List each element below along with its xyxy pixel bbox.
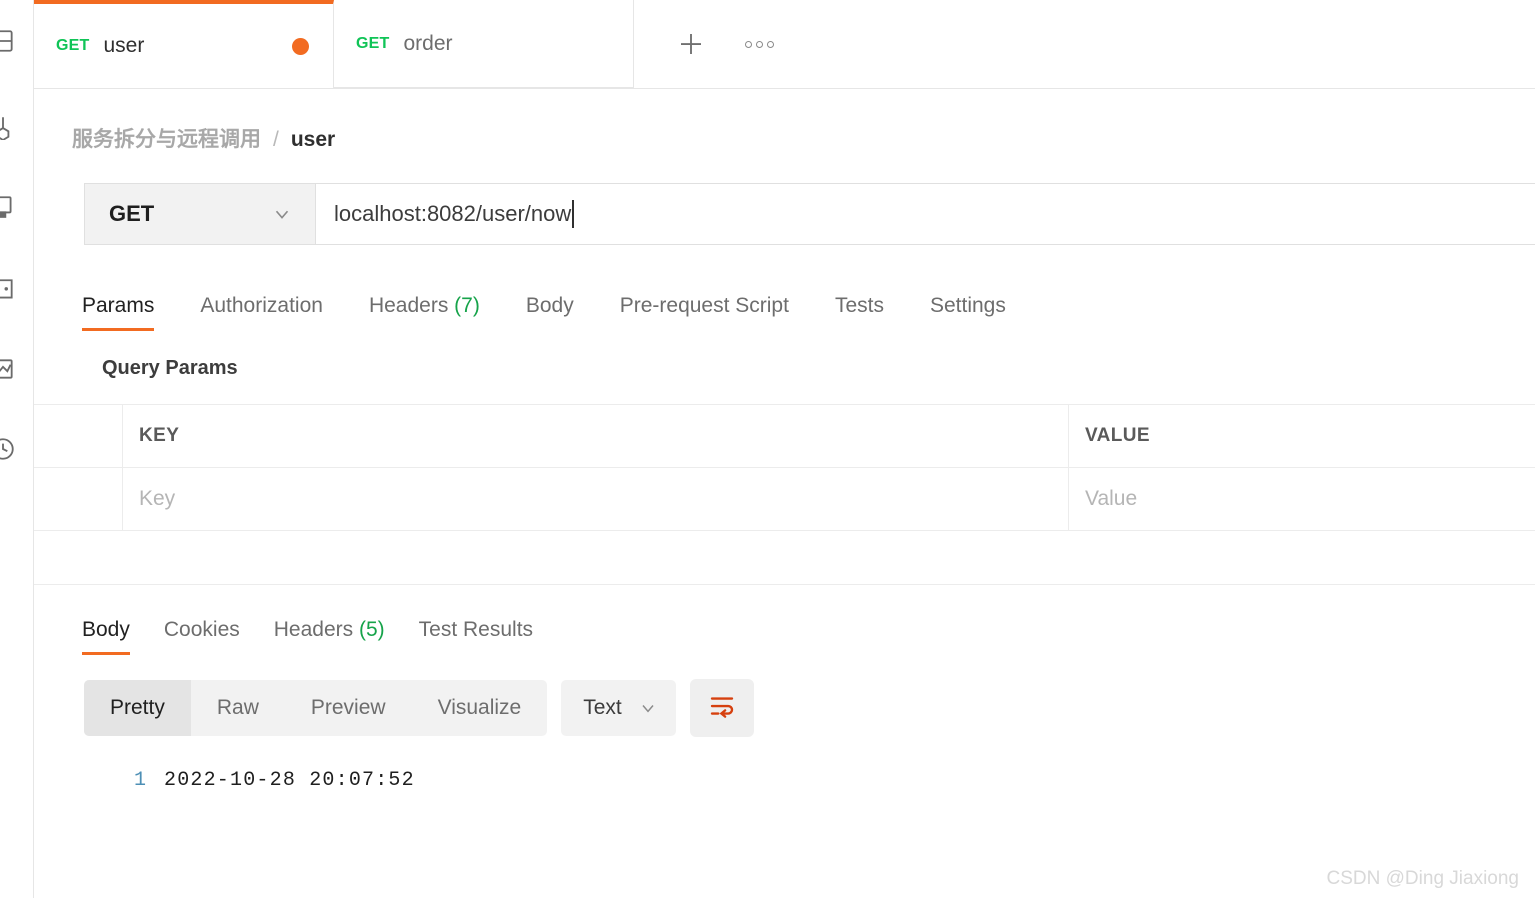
http-method-select[interactable]: GET — [85, 184, 316, 244]
param-key-input[interactable]: Key — [123, 468, 1069, 530]
tab-label: Params — [82, 294, 155, 317]
url-input-value: localhost:8082/user/now — [334, 201, 572, 226]
environments-icon[interactable] — [0, 192, 18, 222]
monitors-icon[interactable] — [0, 354, 18, 384]
tab-more-options-icon[interactable] — [742, 27, 776, 61]
param-value-input[interactable]: Value — [1069, 468, 1535, 530]
request-config-tabs: Params Authorization Headers (7) Body Pr… — [82, 281, 1535, 331]
response-tab-headers[interactable]: Headers (5) — [274, 618, 385, 655]
word-wrap-icon — [707, 691, 737, 726]
tab-count-badge: (7) — [454, 294, 480, 317]
tab-label: Authorization — [200, 294, 323, 317]
column-header-key: KEY — [123, 405, 1069, 467]
tab-label: Pre-request Script — [619, 294, 789, 317]
query-params-title: Query Params — [102, 357, 238, 379]
tab-label: Test Results — [418, 618, 534, 641]
response-view-toolbar: Pretty Raw Preview Visualize Text — [84, 679, 1535, 737]
tab-method-label: GET — [356, 34, 390, 52]
tab-settings[interactable]: Settings — [930, 294, 1006, 331]
new-tab-plus-icon[interactable] — [674, 27, 708, 61]
http-method-value: GET — [109, 201, 155, 226]
url-input[interactable]: localhost:8082/user/now — [316, 184, 1535, 244]
response-view-mode-group: Pretty Raw Preview Visualize — [84, 680, 548, 736]
tab-authorization[interactable]: Authorization — [200, 294, 323, 331]
main-area: GET user GET order 服务拆分与远程调用 / user GET … — [34, 0, 1535, 898]
apis-icon[interactable] — [0, 112, 18, 142]
word-wrap-toggle-button[interactable] — [689, 679, 754, 737]
header-checkbox-cell — [34, 405, 123, 467]
tab-actions — [634, 0, 1535, 89]
three-dots-icon — [744, 40, 774, 48]
response-tab-cookies[interactable]: Cookies — [164, 618, 240, 655]
tab-title-label: user — [103, 34, 145, 57]
tab-user[interactable]: GET user — [34, 0, 334, 88]
unsaved-changes-dot — [292, 37, 309, 55]
tab-tests[interactable]: Tests — [835, 294, 884, 331]
code-line: 1 2022-10-28 20:07:52 — [34, 763, 1535, 797]
text-caret — [572, 200, 574, 228]
view-mode-visualize[interactable]: Visualize — [412, 680, 548, 736]
breadcrumb-separator: / — [273, 128, 279, 151]
left-sidebar-rail — [0, 0, 34, 898]
view-mode-pretty[interactable]: Pretty — [84, 680, 191, 736]
breadcrumb-request-name[interactable]: user — [291, 128, 335, 152]
tab-label: Headers — [273, 618, 354, 641]
tab-label: Body — [82, 618, 130, 641]
view-mode-preview[interactable]: Preview — [285, 680, 412, 736]
tab-pre-request-script[interactable]: Pre-request Script — [620, 294, 789, 331]
postman-window: GET user GET order 服务拆分与远程调用 / user GET … — [0, 0, 1535, 898]
response-tab-test-results[interactable]: Test Results — [419, 618, 533, 655]
tab-headers[interactable]: Headers (7) — [369, 294, 480, 331]
tab-label: Settings — [929, 294, 1006, 317]
row-checkbox-cell[interactable] — [34, 468, 123, 530]
line-number: 1 — [133, 768, 146, 792]
response-body-viewer[interactable]: 1 2022-10-28 20:07:52 — [34, 763, 1535, 797]
tab-label: Body — [525, 294, 574, 317]
chevron-down-icon — [271, 203, 293, 225]
view-mode-raw[interactable]: Raw — [191, 680, 285, 736]
history-icon[interactable] — [0, 434, 18, 464]
table-header-row: KEY VALUE — [34, 405, 1535, 467]
mock-servers-icon[interactable] — [0, 275, 18, 305]
table-row[interactable]: Key Value — [34, 467, 1535, 530]
column-header-value: VALUE — [1085, 425, 1150, 446]
tab-label: Tests — [834, 294, 884, 317]
request-tab-strip: GET user GET order — [34, 0, 1535, 89]
response-format-select[interactable]: Text — [561, 680, 676, 736]
collections-icon[interactable] — [0, 26, 18, 56]
breadcrumb: 服务拆分与远程调用 / user — [34, 89, 1535, 151]
tab-order[interactable]: GET order — [334, 0, 634, 88]
tab-label: Cookies — [163, 618, 240, 641]
tab-method-label: GET — [56, 37, 90, 54]
url-bar: GET localhost:8082/user/now — [84, 183, 1535, 245]
tab-label: Headers — [368, 294, 449, 317]
breadcrumb-collection[interactable]: 服务拆分与远程调用 — [72, 123, 261, 153]
response-section-divider — [34, 584, 1535, 585]
tab-body[interactable]: Body — [526, 294, 574, 331]
line-content: 2022-10-28 20:07:52 — [164, 768, 415, 792]
tab-title-label: order — [403, 31, 453, 55]
chevron-down-icon — [638, 698, 658, 718]
response-tabs: Body Cookies Headers (5) Test Results — [82, 607, 1535, 655]
response-tab-body[interactable]: Body — [82, 618, 130, 655]
query-params-table: KEY VALUE Key Value — [34, 404, 1535, 531]
watermark: CSDN @Ding Jiaxiong — [1326, 868, 1519, 889]
response-format-value: Text — [583, 696, 622, 719]
tab-count-badge: (5) — [358, 618, 385, 641]
tab-params[interactable]: Params — [82, 294, 155, 331]
